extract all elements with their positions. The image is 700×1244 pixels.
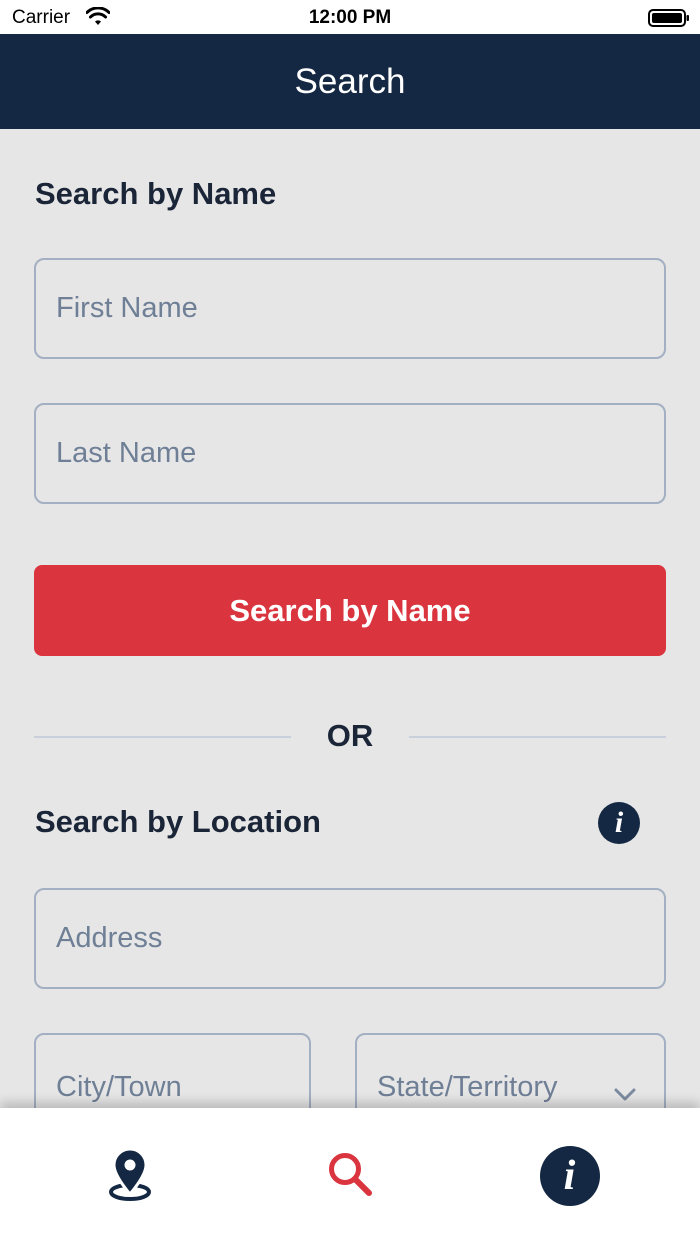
search-by-name-button-label: Search by Name [229,592,471,628]
tab-search[interactable] [233,1108,466,1244]
first-name-field[interactable]: First Name [34,258,666,359]
search-by-name-button[interactable]: Search by Name [34,565,666,656]
search-by-name-heading: Search by Name [35,176,277,211]
battery-icon [648,9,690,33]
location-info-icon[interactable]: i [598,802,640,844]
state-territory-placeholder: State/Territory [377,1071,558,1103]
search-icon [327,1151,373,1202]
last-name-placeholder: Last Name [56,437,197,469]
address-placeholder: Address [56,922,163,954]
status-bar: Carrier 12:00 PM [0,0,700,34]
divider-line-right [409,736,666,738]
city-town-placeholder: City/Town [56,1071,182,1103]
first-name-placeholder: First Name [56,292,198,324]
page-title: Search [294,61,406,101]
last-name-field[interactable]: Last Name [34,403,666,504]
tab-map[interactable] [13,1108,246,1244]
tab-bar: i [0,1108,700,1244]
tab-info[interactable]: i [453,1108,686,1244]
map-pin-icon [107,1146,153,1207]
chevron-down-icon [614,1077,636,1110]
address-field[interactable]: Address [34,888,666,989]
navigation-bar: Search [0,34,700,129]
search-by-location-heading: Search by Location [35,804,321,839]
info-icon: i [539,1146,600,1206]
status-time: 12:00 PM [308,7,392,28]
